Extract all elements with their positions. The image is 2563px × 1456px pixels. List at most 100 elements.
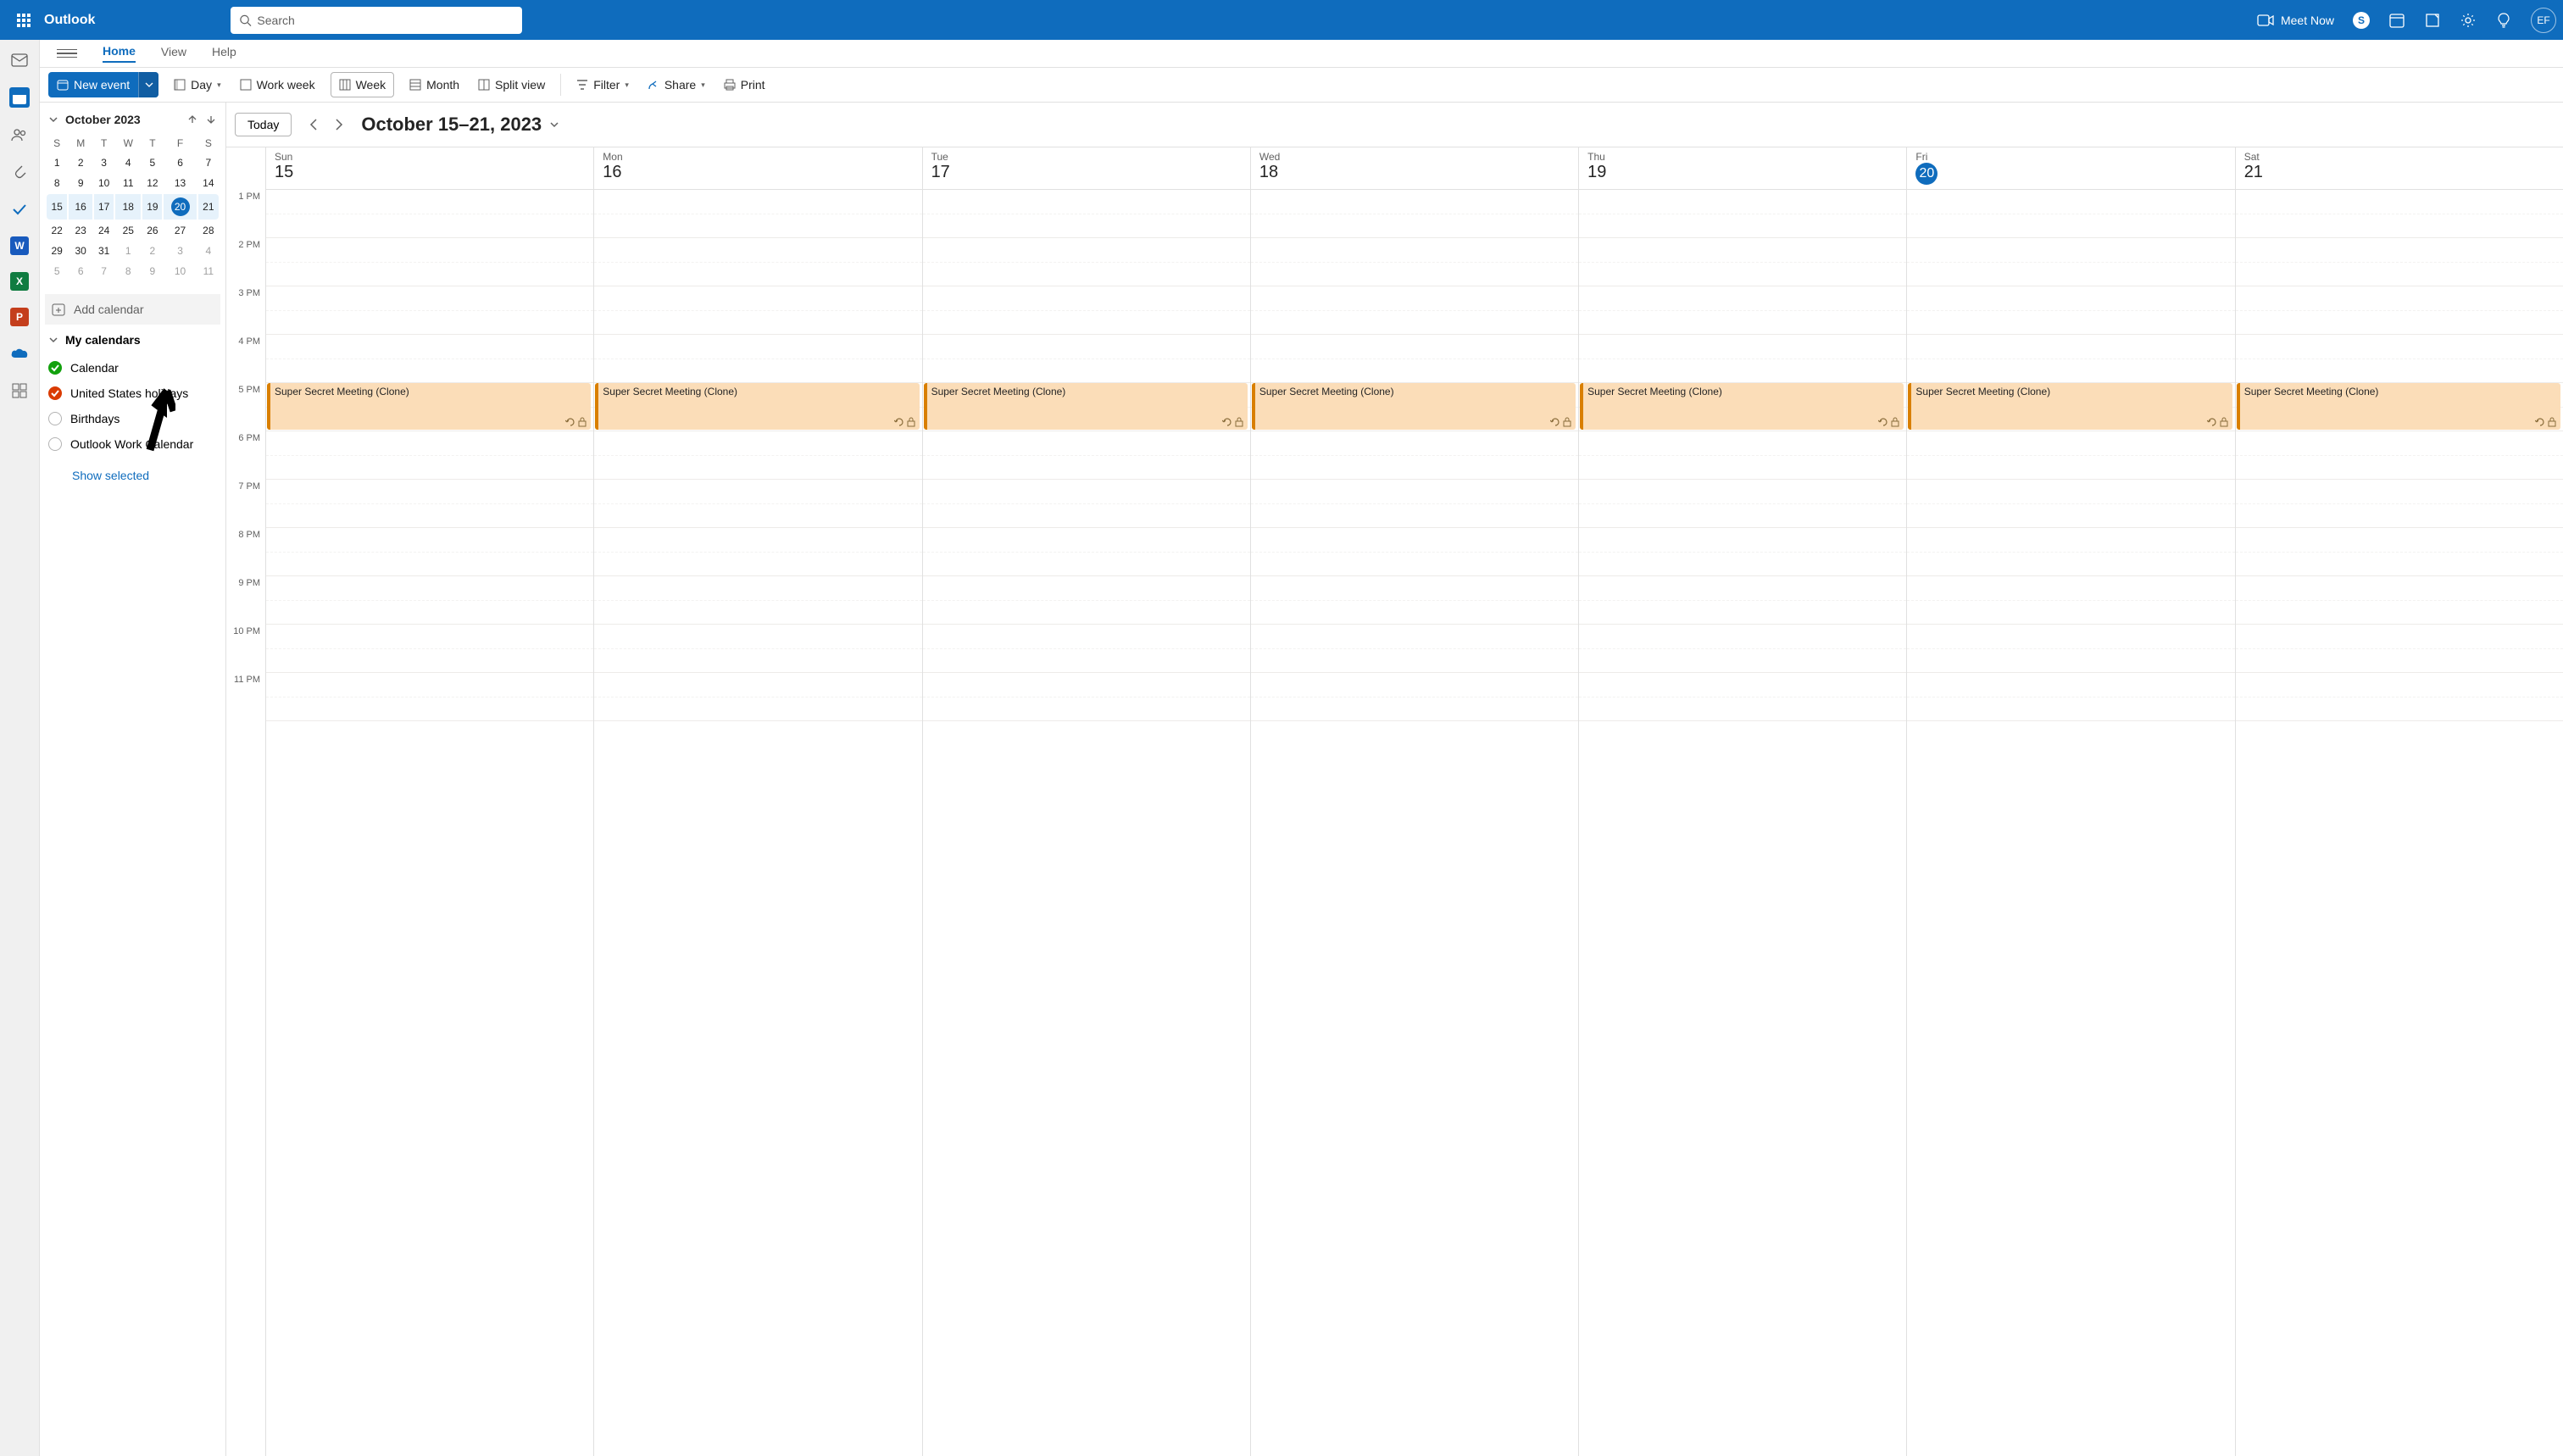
mini-cal-day[interactable]: 30 bbox=[69, 242, 92, 260]
mini-cal-day[interactable]: 15 bbox=[47, 194, 67, 220]
hour-cell[interactable] bbox=[1579, 238, 1906, 286]
mini-cal-day[interactable]: 23 bbox=[69, 221, 92, 240]
day-body[interactable]: Super Secret Meeting (Clone) bbox=[1251, 190, 1578, 721]
day-header[interactable]: Tue17 bbox=[923, 147, 1250, 190]
mini-cal-day[interactable]: 7 bbox=[94, 262, 114, 281]
hour-cell[interactable] bbox=[2236, 480, 2563, 528]
hour-cell[interactable] bbox=[594, 286, 921, 335]
mini-cal-day[interactable]: 22 bbox=[47, 221, 67, 240]
hour-cell[interactable] bbox=[266, 190, 593, 238]
meet-now-button[interactable]: Meet Now bbox=[2257, 14, 2334, 27]
hour-cell[interactable] bbox=[1907, 480, 2234, 528]
next-week-button[interactable] bbox=[329, 114, 349, 135]
mini-cal-day[interactable]: 12 bbox=[142, 174, 162, 192]
hour-cell[interactable] bbox=[1251, 431, 1578, 480]
hour-cell[interactable] bbox=[1907, 238, 2234, 286]
hour-cell[interactable] bbox=[1907, 286, 2234, 335]
hour-cell[interactable] bbox=[1579, 528, 1906, 576]
mini-cal-day[interactable]: 6 bbox=[69, 262, 92, 281]
calendar-event[interactable]: Super Secret Meeting (Clone) bbox=[267, 383, 591, 430]
hour-cell[interactable] bbox=[1907, 528, 2234, 576]
hour-cell[interactable] bbox=[1579, 335, 1906, 383]
hour-cell[interactable] bbox=[594, 673, 921, 721]
mini-cal-day[interactable]: 28 bbox=[198, 221, 219, 240]
prev-month-button[interactable] bbox=[186, 114, 198, 125]
hour-cell[interactable] bbox=[266, 238, 593, 286]
hour-cell[interactable] bbox=[1251, 238, 1578, 286]
mini-cal-day[interactable]: 6 bbox=[164, 153, 196, 172]
day-header[interactable]: Wed18 bbox=[1251, 147, 1578, 190]
todo-icon[interactable] bbox=[9, 199, 30, 220]
search-box[interactable] bbox=[231, 7, 522, 34]
hour-cell[interactable] bbox=[594, 238, 921, 286]
hour-cell[interactable] bbox=[266, 673, 593, 721]
hour-cell[interactable] bbox=[594, 335, 921, 383]
day-header[interactable]: Sun15 bbox=[266, 147, 593, 190]
hour-cell[interactable] bbox=[2236, 576, 2563, 625]
mini-cal-day[interactable]: 14 bbox=[198, 174, 219, 192]
day-header[interactable]: Fri20 bbox=[1907, 147, 2234, 190]
mini-cal-day[interactable]: 8 bbox=[47, 174, 67, 192]
hour-cell[interactable] bbox=[2236, 238, 2563, 286]
hour-cell[interactable] bbox=[1251, 480, 1578, 528]
calendar-list-item[interactable]: United States holidays bbox=[45, 381, 220, 406]
hour-cell[interactable] bbox=[594, 625, 921, 673]
mini-cal-day[interactable]: 29 bbox=[47, 242, 67, 260]
mini-cal-day[interactable]: 3 bbox=[94, 153, 114, 172]
tips-icon[interactable] bbox=[2495, 12, 2512, 29]
mini-cal-day[interactable]: 24 bbox=[94, 221, 114, 240]
powerpoint-icon[interactable]: P bbox=[10, 308, 29, 326]
hour-cell[interactable] bbox=[266, 431, 593, 480]
hour-cell[interactable] bbox=[923, 335, 1250, 383]
hour-cell[interactable] bbox=[1907, 190, 2234, 238]
split-view-button[interactable]: Split view bbox=[475, 72, 548, 97]
show-selected-link[interactable]: Show selected bbox=[45, 457, 220, 482]
hour-cell[interactable] bbox=[266, 480, 593, 528]
hour-cell[interactable] bbox=[594, 190, 921, 238]
hour-cell[interactable] bbox=[2236, 431, 2563, 480]
add-calendar-button[interactable]: Add calendar bbox=[45, 294, 220, 325]
hour-cell[interactable] bbox=[2236, 286, 2563, 335]
search-input[interactable] bbox=[257, 14, 514, 27]
mini-cal-day[interactable]: 10 bbox=[164, 262, 196, 281]
my-calendars-header[interactable]: My calendars bbox=[45, 325, 220, 355]
mini-cal-day[interactable]: 2 bbox=[142, 242, 162, 260]
share-button[interactable]: Share▾ bbox=[644, 72, 709, 97]
day-body[interactable]: Super Secret Meeting (Clone) bbox=[2236, 190, 2563, 721]
hour-cell[interactable] bbox=[1251, 576, 1578, 625]
mini-cal-day[interactable]: 5 bbox=[142, 153, 162, 172]
hour-cell[interactable] bbox=[2236, 528, 2563, 576]
mini-cal-day[interactable]: 5 bbox=[47, 262, 67, 281]
excel-icon[interactable]: X bbox=[10, 272, 29, 291]
mini-cal-day[interactable]: 20 bbox=[164, 194, 196, 220]
hour-cell[interactable] bbox=[1907, 576, 2234, 625]
calendar-event[interactable]: Super Secret Meeting (Clone) bbox=[1908, 383, 2232, 430]
notes-icon[interactable] bbox=[2424, 12, 2441, 29]
settings-icon[interactable] bbox=[2460, 12, 2477, 29]
mini-cal-day[interactable]: 17 bbox=[94, 194, 114, 220]
mini-cal-day[interactable]: 9 bbox=[142, 262, 162, 281]
calendar-event[interactable]: Super Secret Meeting (Clone) bbox=[595, 383, 919, 430]
hour-cell[interactable] bbox=[923, 431, 1250, 480]
print-button[interactable]: Print bbox=[720, 72, 769, 97]
more-apps-icon[interactable] bbox=[9, 381, 30, 401]
word-icon[interactable]: W bbox=[10, 236, 29, 255]
day-body[interactable]: Super Secret Meeting (Clone) bbox=[923, 190, 1250, 721]
calendar-event[interactable]: Super Secret Meeting (Clone) bbox=[924, 383, 1248, 430]
chevron-down-icon[interactable] bbox=[48, 114, 58, 125]
hour-cell[interactable] bbox=[1251, 335, 1578, 383]
mini-cal-day[interactable]: 8 bbox=[115, 262, 141, 281]
skype-icon[interactable]: S bbox=[2353, 12, 2370, 29]
tab-view[interactable]: View bbox=[161, 45, 186, 62]
day-body[interactable]: Super Secret Meeting (Clone) bbox=[1907, 190, 2234, 721]
hour-cell[interactable] bbox=[1907, 431, 2234, 480]
hour-cell[interactable] bbox=[266, 625, 593, 673]
hour-cell[interactable] bbox=[1579, 625, 1906, 673]
mini-cal-day[interactable]: 2 bbox=[69, 153, 92, 172]
mini-cal-day[interactable]: 7 bbox=[198, 153, 219, 172]
hour-cell[interactable] bbox=[923, 190, 1250, 238]
view-day-button[interactable]: Day▾ bbox=[170, 72, 224, 97]
hour-cell[interactable] bbox=[1251, 286, 1578, 335]
new-event-button[interactable]: New event bbox=[48, 72, 158, 97]
mini-cal-day[interactable]: 31 bbox=[94, 242, 114, 260]
